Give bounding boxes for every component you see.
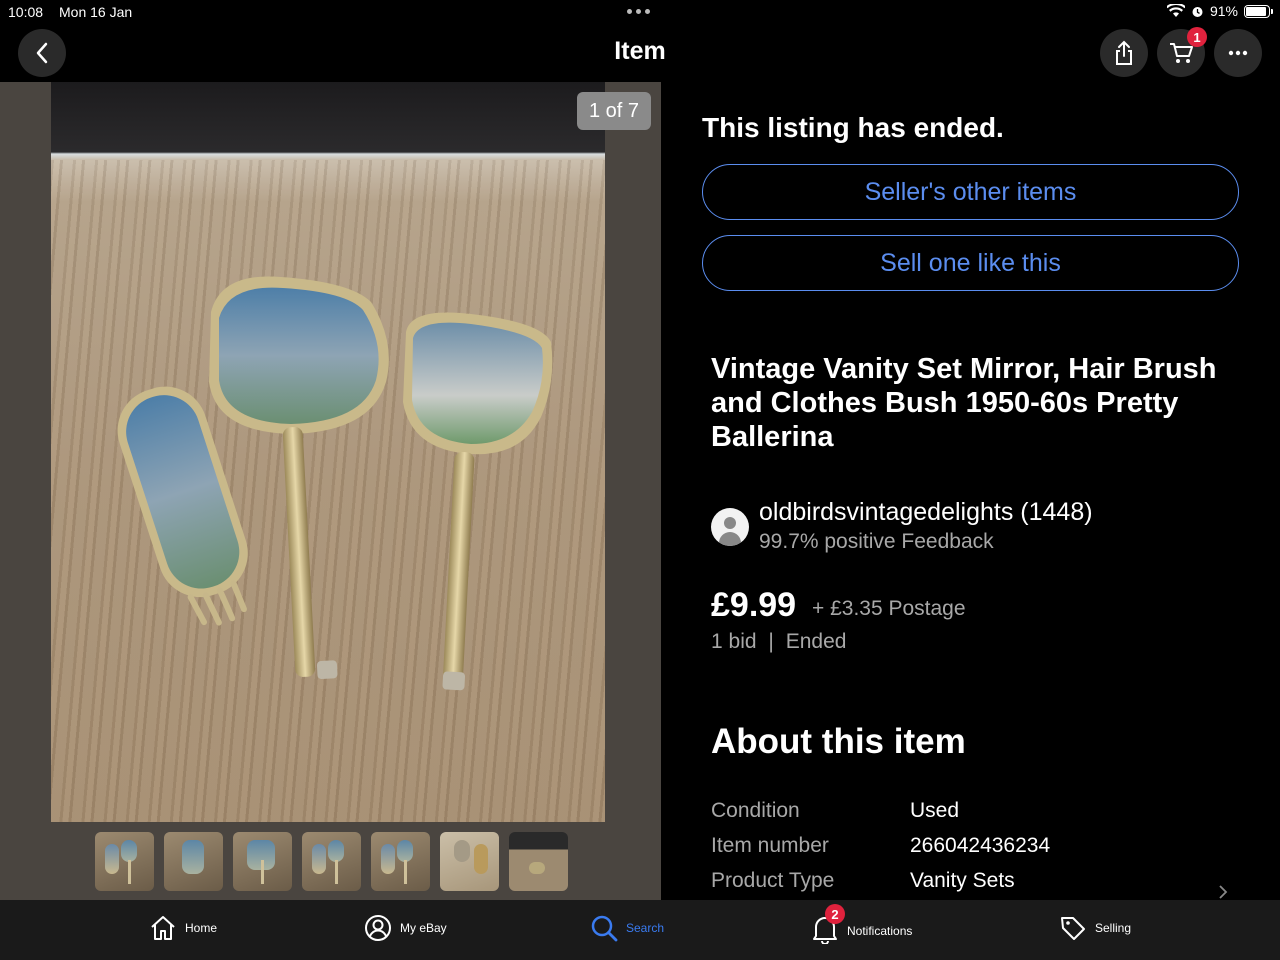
cart-button[interactable]: 1: [1157, 27, 1207, 77]
tab-bar: Home My eBay Search 2 Notifications Sell…: [0, 900, 1280, 960]
battery-icon: [1244, 4, 1273, 18]
image-gallery[interactable]: 1 of 7: [0, 82, 661, 900]
thumbnail[interactable]: [509, 832, 568, 891]
status-time: 10:08: [8, 4, 44, 20]
item-photo[interactable]: [51, 82, 605, 822]
thumbnail[interactable]: [440, 832, 499, 891]
notification-badge: 2: [825, 904, 845, 924]
status-right: 91%: [1166, 3, 1273, 19]
item-title: Vintage Vanity Set Mirror, Hair Brush an…: [711, 353, 1217, 453]
seller-avatar[interactable]: [711, 508, 749, 546]
item-price: £9.99: [711, 586, 797, 624]
spec-label-condition: Condition: [711, 799, 800, 822]
status-date: Mon 16 Jan: [59, 4, 133, 20]
share-icon: [1116, 40, 1132, 65]
bid-count: 1 bid: [711, 630, 757, 653]
listing-ended-message: This listing has ended.: [702, 112, 1004, 143]
nav-bar: Item 1: [0, 24, 1280, 82]
tab-selling[interactable]: Selling: [1059, 914, 1131, 942]
page-title: Item: [614, 37, 666, 65]
image-counter: 1 of 7: [577, 92, 651, 130]
spec-value-condition: Used: [910, 799, 960, 822]
chevron-right-icon[interactable]: [1218, 884, 1228, 900]
tag-icon: [1061, 917, 1085, 940]
alarm-icon: [1192, 6, 1203, 17]
bid-status: 1 bid | Ended: [711, 630, 846, 654]
spec-label-product-type: Product Type: [711, 869, 835, 892]
about-heading: About this item: [711, 722, 966, 761]
thumbnail[interactable]: [371, 832, 430, 891]
sellers-other-items-button[interactable]: Seller's other items: [702, 164, 1239, 220]
thumbnail[interactable]: [233, 832, 292, 891]
wifi-icon: [1166, 4, 1185, 17]
thumbnail-strip: [95, 832, 568, 891]
tab-home[interactable]: Home: [149, 914, 217, 942]
cart-badge: 1: [1187, 27, 1207, 47]
more-button[interactable]: [1214, 29, 1262, 77]
tab-label-search: Search: [626, 921, 665, 935]
more-icon: [1228, 50, 1248, 56]
auction-status: Ended: [785, 630, 847, 653]
thumbnail[interactable]: [302, 832, 361, 891]
spec-value-item-number: 266042436234: [910, 834, 1051, 857]
tab-label-my-ebay: My eBay: [400, 921, 447, 935]
vanity-set-image: [117, 276, 553, 691]
postage-cost: + £3.35 Postage: [812, 597, 966, 620]
battery-percent: 91%: [1209, 3, 1238, 19]
tab-notifications[interactable]: 2 Notifications: [811, 904, 913, 947]
thumbnail[interactable]: [95, 832, 154, 891]
bid-separator: |: [768, 630, 774, 653]
tab-label-home: Home: [185, 921, 218, 935]
seller-feedback: 99.7% positive Feedback: [759, 530, 994, 553]
thumbnail[interactable]: [164, 832, 223, 891]
tab-search[interactable]: Search: [590, 914, 664, 942]
spec-value-product-type: Vanity Sets: [910, 869, 1015, 892]
search-icon: [591, 915, 618, 942]
sell-one-like-this-button[interactable]: Sell one like this: [702, 235, 1239, 291]
multitask-dots-icon[interactable]: [627, 9, 650, 14]
seller-name[interactable]: oldbirdsvintagedelights (1448): [759, 498, 1093, 527]
status-bar: 10:08 Mon 16 Jan 91%: [0, 0, 1280, 24]
spec-label-item-number: Item number: [711, 834, 829, 857]
tab-label-selling: Selling: [1095, 921, 1132, 935]
tab-label-notifications: Notifications: [847, 923, 913, 938]
user-icon: [365, 915, 391, 941]
home-icon: [151, 916, 175, 940]
tab-my-ebay[interactable]: My eBay: [364, 914, 447, 942]
share-button[interactable]: [1100, 29, 1148, 77]
